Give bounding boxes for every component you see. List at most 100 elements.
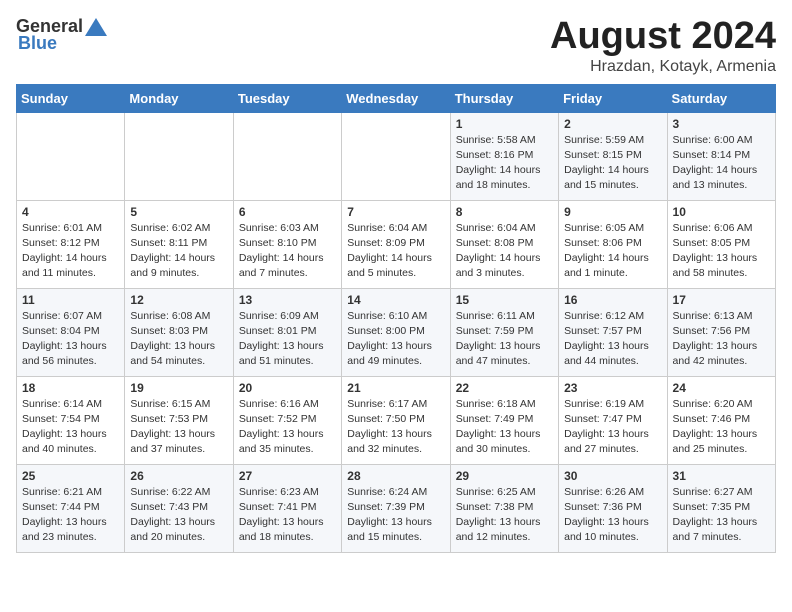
calendar-week-row: 25Sunrise: 6:21 AM Sunset: 7:44 PM Dayli… xyxy=(17,464,776,552)
calendar-day-cell: 13Sunrise: 6:09 AM Sunset: 8:01 PM Dayli… xyxy=(233,288,341,376)
calendar-day-cell xyxy=(233,112,341,200)
weekday-header-row: SundayMondayTuesdayWednesdayThursdayFrid… xyxy=(17,84,776,112)
location: Hrazdan, Kotayk, Armenia xyxy=(550,58,776,76)
day-number: 2 xyxy=(564,117,661,131)
weekday-header-cell: Tuesday xyxy=(233,84,341,112)
calendar-table: SundayMondayTuesdayWednesdayThursdayFrid… xyxy=(16,84,776,553)
weekday-header-cell: Wednesday xyxy=(342,84,450,112)
day-number: 14 xyxy=(347,293,444,307)
day-info: Sunrise: 5:59 AM Sunset: 8:15 PM Dayligh… xyxy=(564,133,661,194)
weekday-header-cell: Monday xyxy=(125,84,233,112)
calendar-day-cell: 22 Sunrise: 6:18 AM Sunset: 7:49 PM Dayli… xyxy=(450,376,558,464)
calendar-day-cell: 26Sunrise: 6:22 AM Sunset: 7:43 PM Dayli… xyxy=(125,464,233,552)
calendar-day-cell: 29 Sunrise: 6:25 AM Sunset: 7:38 PM Dayli… xyxy=(450,464,558,552)
day-number: 1 xyxy=(456,117,553,131)
calendar-day-cell: 15 Sunrise: 6:11 AM Sunset: 7:59 PM Dayli… xyxy=(450,288,558,376)
day-info: Sunrise: 5:58 AM Sunset: 8:16 PM Dayligh… xyxy=(456,133,553,194)
calendar-day-cell: 27Sunrise: 6:23 AM Sunset: 7:41 PM Dayli… xyxy=(233,464,341,552)
calendar-day-cell: 14 Sunrise: 6:10 AM Sunset: 8:00 PM Dayli… xyxy=(342,288,450,376)
calendar-day-cell: 3Sunrise: 6:00 AM Sunset: 8:14 PM Daylig… xyxy=(667,112,775,200)
day-number: 23 xyxy=(564,381,661,395)
day-number: 24 xyxy=(673,381,770,395)
logo-text-blue: Blue xyxy=(16,33,57,54)
day-info: Sunrise: 6:02 AM Sunset: 8:11 PM Dayligh… xyxy=(130,221,227,282)
calendar-day-cell: 25Sunrise: 6:21 AM Sunset: 7:44 PM Dayli… xyxy=(17,464,125,552)
calendar-day-cell: 7Sunrise: 6:04 AM Sunset: 8:09 PM Daylig… xyxy=(342,200,450,288)
weekday-header-cell: Friday xyxy=(559,84,667,112)
day-number: 4 xyxy=(22,205,119,219)
day-number: 11 xyxy=(22,293,119,307)
day-number: 28 xyxy=(347,469,444,483)
weekday-header-cell: Thursday xyxy=(450,84,558,112)
calendar-day-cell: 24 Sunrise: 6:20 AM Sunset: 7:46 PM Dayli… xyxy=(667,376,775,464)
day-info: Sunrise: 6:11 AM Sunset: 7:59 PM Dayligh… xyxy=(456,309,553,370)
day-info: Sunrise: 6:15 AM Sunset: 7:53 PM Dayligh… xyxy=(130,397,227,458)
calendar-week-row: 18 Sunrise: 6:14 AM Sunset: 7:54 PM Dayli… xyxy=(17,376,776,464)
day-number: 19 xyxy=(130,381,227,395)
calendar-body: 1 Sunrise: 5:58 AM Sunset: 8:16 PM Daylig… xyxy=(17,112,776,552)
day-info: Sunrise: 6:13 AM Sunset: 7:56 PM Dayligh… xyxy=(673,309,770,370)
calendar-day-cell: 5Sunrise: 6:02 AM Sunset: 8:11 PM Daylig… xyxy=(125,200,233,288)
day-info: Sunrise: 6:21 AM Sunset: 7:44 PM Dayligh… xyxy=(22,485,119,546)
day-number: 10 xyxy=(673,205,770,219)
calendar-day-cell: 1 Sunrise: 5:58 AM Sunset: 8:16 PM Daylig… xyxy=(450,112,558,200)
day-info: Sunrise: 6:04 AM Sunset: 8:09 PM Dayligh… xyxy=(347,221,444,282)
weekday-header-cell: Sunday xyxy=(17,84,125,112)
calendar-day-cell xyxy=(17,112,125,200)
day-info: Sunrise: 6:10 AM Sunset: 8:00 PM Dayligh… xyxy=(347,309,444,370)
calendar-day-cell: 6Sunrise: 6:03 AM Sunset: 8:10 PM Daylig… xyxy=(233,200,341,288)
calendar-day-cell: 11 Sunrise: 6:07 AM Sunset: 8:04 PM Dayli… xyxy=(17,288,125,376)
weekday-header-cell: Saturday xyxy=(667,84,775,112)
calendar-day-cell: 10 Sunrise: 6:06 AM Sunset: 8:05 PM Dayli… xyxy=(667,200,775,288)
day-info: Sunrise: 6:16 AM Sunset: 7:52 PM Dayligh… xyxy=(239,397,336,458)
day-number: 29 xyxy=(456,469,553,483)
calendar-day-cell xyxy=(342,112,450,200)
calendar-day-cell xyxy=(125,112,233,200)
day-info: Sunrise: 6:14 AM Sunset: 7:54 PM Dayligh… xyxy=(22,397,119,458)
calendar-day-cell: 30 Sunrise: 6:26 AM Sunset: 7:36 PM Dayli… xyxy=(559,464,667,552)
logo-icon xyxy=(85,18,107,36)
day-info: Sunrise: 6:25 AM Sunset: 7:38 PM Dayligh… xyxy=(456,485,553,546)
day-number: 9 xyxy=(564,205,661,219)
day-number: 17 xyxy=(673,293,770,307)
day-info: Sunrise: 6:26 AM Sunset: 7:36 PM Dayligh… xyxy=(564,485,661,546)
calendar-week-row: 1 Sunrise: 5:58 AM Sunset: 8:16 PM Daylig… xyxy=(17,112,776,200)
day-info: Sunrise: 6:07 AM Sunset: 8:04 PM Dayligh… xyxy=(22,309,119,370)
day-info: Sunrise: 6:19 AM Sunset: 7:47 PM Dayligh… xyxy=(564,397,661,458)
day-number: 8 xyxy=(456,205,553,219)
day-number: 16 xyxy=(564,293,661,307)
day-number: 15 xyxy=(456,293,553,307)
calendar-day-cell: 12Sunrise: 6:08 AM Sunset: 8:03 PM Dayli… xyxy=(125,288,233,376)
day-info: Sunrise: 6:09 AM Sunset: 8:01 PM Dayligh… xyxy=(239,309,336,370)
day-number: 18 xyxy=(22,381,119,395)
calendar-week-row: 11 Sunrise: 6:07 AM Sunset: 8:04 PM Dayli… xyxy=(17,288,776,376)
calendar-day-cell: 4Sunrise: 6:01 AM Sunset: 8:12 PM Daylig… xyxy=(17,200,125,288)
calendar-day-cell: 20 Sunrise: 6:16 AM Sunset: 7:52 PM Dayli… xyxy=(233,376,341,464)
day-info: Sunrise: 6:20 AM Sunset: 7:46 PM Dayligh… xyxy=(673,397,770,458)
day-info: Sunrise: 6:18 AM Sunset: 7:49 PM Dayligh… xyxy=(456,397,553,458)
calendar-day-cell: 17 Sunrise: 6:13 AM Sunset: 7:56 PM Dayli… xyxy=(667,288,775,376)
calendar-day-cell: 9 Sunrise: 6:05 AM Sunset: 8:06 PM Daylig… xyxy=(559,200,667,288)
day-info: Sunrise: 6:05 AM Sunset: 8:06 PM Dayligh… xyxy=(564,221,661,282)
day-info: Sunrise: 6:12 AM Sunset: 7:57 PM Dayligh… xyxy=(564,309,661,370)
day-info: Sunrise: 6:22 AM Sunset: 7:43 PM Dayligh… xyxy=(130,485,227,546)
day-number: 3 xyxy=(673,117,770,131)
calendar-day-cell: 18 Sunrise: 6:14 AM Sunset: 7:54 PM Dayli… xyxy=(17,376,125,464)
day-info: Sunrise: 6:24 AM Sunset: 7:39 PM Dayligh… xyxy=(347,485,444,546)
calendar-day-cell: 23 Sunrise: 6:19 AM Sunset: 7:47 PM Dayli… xyxy=(559,376,667,464)
day-info: Sunrise: 6:06 AM Sunset: 8:05 PM Dayligh… xyxy=(673,221,770,282)
day-info: Sunrise: 6:04 AM Sunset: 8:08 PM Dayligh… xyxy=(456,221,553,282)
calendar-day-cell: 8 Sunrise: 6:04 AM Sunset: 8:08 PM Daylig… xyxy=(450,200,558,288)
calendar-day-cell: 16 Sunrise: 6:12 AM Sunset: 7:57 PM Dayli… xyxy=(559,288,667,376)
day-info: Sunrise: 6:27 AM Sunset: 7:35 PM Dayligh… xyxy=(673,485,770,546)
calendar-day-cell: 2 Sunrise: 5:59 AM Sunset: 8:15 PM Daylig… xyxy=(559,112,667,200)
day-info: Sunrise: 6:03 AM Sunset: 8:10 PM Dayligh… xyxy=(239,221,336,282)
calendar-day-cell: 31 Sunrise: 6:27 AM Sunset: 7:35 PM Dayli… xyxy=(667,464,775,552)
day-number: 30 xyxy=(564,469,661,483)
title-area: August 2024 Hrazdan, Kotayk, Armenia xyxy=(550,16,776,76)
day-number: 31 xyxy=(673,469,770,483)
day-info: Sunrise: 6:08 AM Sunset: 8:03 PM Dayligh… xyxy=(130,309,227,370)
day-number: 20 xyxy=(239,381,336,395)
month-year: August 2024 xyxy=(550,16,776,58)
day-number: 22 xyxy=(456,381,553,395)
